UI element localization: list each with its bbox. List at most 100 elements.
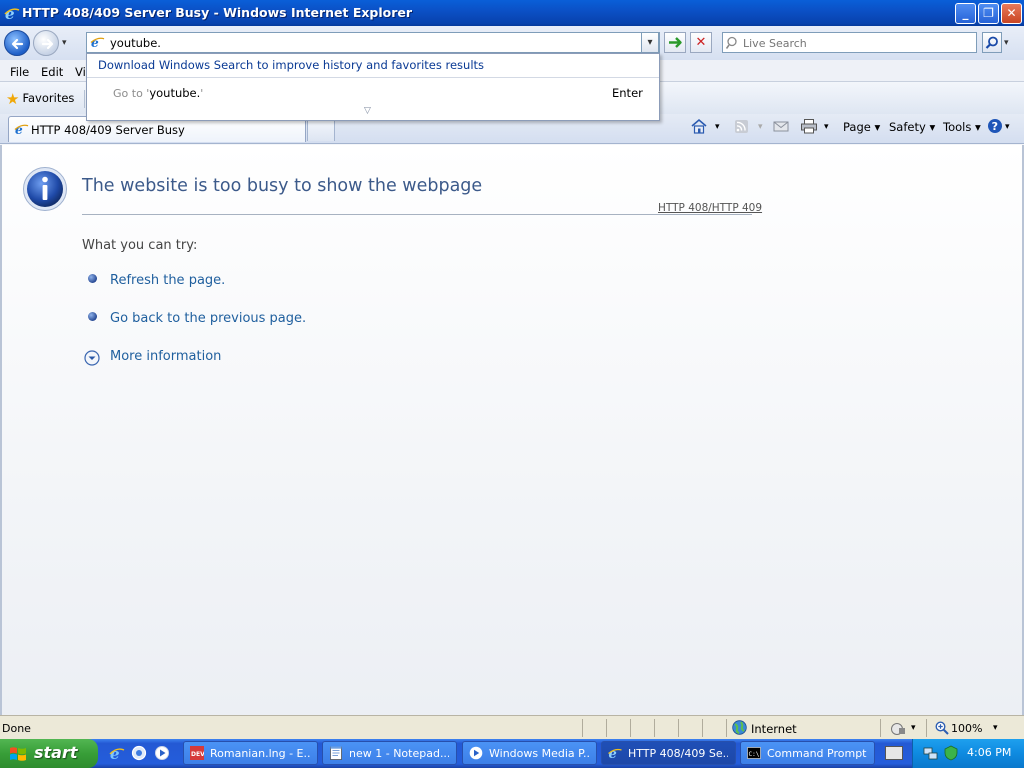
internet-zone-icon (732, 720, 747, 735)
status-separator (880, 719, 881, 737)
go-button[interactable] (664, 32, 686, 53)
recent-pages-dropdown[interactable]: ▾ (62, 38, 72, 48)
security-tray-icon[interactable] (943, 745, 959, 761)
status-separator (582, 719, 583, 737)
svg-text:?: ? (992, 120, 998, 133)
svg-text:C:\: C:\ (749, 751, 760, 758)
status-separator (702, 719, 703, 737)
app-icon: DEV (190, 746, 204, 760)
read-mail-icon[interactable] (772, 118, 790, 134)
minimize-button[interactable]: _ (955, 3, 976, 24)
window-title: HTTP 408/409 Server Busy - Windows Inter… (22, 5, 413, 20)
close-button[interactable]: ✕ (1001, 3, 1022, 24)
protected-mode-icon[interactable] (891, 721, 907, 736)
new-tab-button[interactable] (307, 118, 335, 141)
print-icon[interactable] (800, 118, 818, 134)
system-tray: 4:06 PM (912, 739, 1024, 768)
stop-icon: ✕ (695, 35, 707, 50)
taskbar-item-ie-server-busy[interactable]: e HTTP 408/409 Se... (601, 741, 736, 765)
favorites-button[interactable]: ★ Favorites (6, 90, 74, 108)
taskbar-item-notepad[interactable]: new 1 - Notepad... (322, 741, 457, 765)
menu-edit[interactable]: Edit (41, 65, 63, 79)
quicklaunch-media-player-icon[interactable] (154, 745, 170, 761)
search-box[interactable] (722, 32, 977, 53)
zoom-level[interactable]: 100% (951, 722, 982, 735)
start-label: start (34, 743, 78, 762)
taskbar-item-romanian-lng[interactable]: DEV Romanian.lng - E... (183, 741, 318, 765)
help-dropdown[interactable]: ▾ (1005, 122, 1010, 132)
status-separator (654, 719, 655, 737)
search-icon (985, 36, 998, 49)
forward-button[interactable] (33, 30, 59, 56)
title-underline (82, 214, 752, 215)
start-button[interactable]: start (0, 739, 98, 768)
windows-search-promo-link[interactable]: Download Windows Search to improve histo… (98, 58, 484, 72)
ie-logo-icon: e (4, 5, 20, 21)
address-bar[interactable]: e (86, 32, 660, 53)
tools-menu[interactable]: Tools ▾ (943, 120, 981, 134)
print-dropdown[interactable]: ▾ (824, 122, 829, 132)
help-icon[interactable]: ? (986, 118, 1004, 134)
tab-label: HTTP 408/409 Server Busy (31, 123, 185, 137)
home-icon[interactable] (690, 118, 708, 134)
status-separator (726, 719, 727, 737)
taskbar-item-media-player[interactable]: Windows Media P... (462, 741, 597, 765)
windows-flag-icon (10, 747, 26, 761)
favorites-star-icon: ★ (6, 90, 20, 108)
address-dropdown-button[interactable]: ▾ (641, 32, 659, 53)
page-icon: e (90, 36, 105, 50)
feeds-icon[interactable] (733, 118, 751, 134)
page-content (0, 145, 1024, 715)
search-input[interactable] (743, 36, 968, 50)
task-label: HTTP 408/409 Se... (628, 747, 728, 760)
network-tray-icon[interactable] (923, 745, 939, 761)
enter-hint: Enter (612, 86, 643, 100)
address-input[interactable] (110, 35, 630, 50)
command-prompt-icon: C:\ (747, 747, 761, 759)
zoom-dropdown[interactable]: ▾ (993, 723, 998, 733)
menu-file[interactable]: File (10, 65, 29, 79)
security-zone-label: Internet (751, 722, 797, 736)
quicklaunch-show-desktop-icon[interactable] (131, 745, 147, 761)
svg-text:e: e (609, 747, 617, 760)
zoom-icon[interactable] (935, 721, 949, 735)
feeds-dropdown: ▾ (758, 122, 763, 132)
search-button[interactable] (982, 32, 1002, 53)
quicklaunch-ie-icon[interactable]: e (109, 745, 125, 761)
info-icon (23, 167, 67, 211)
ie-icon: e (608, 747, 622, 760)
goto-suffix: ' (200, 87, 204, 100)
goto-suggestion[interactable]: Go to 'youtube.' (113, 86, 203, 100)
svg-text:DEV: DEV (191, 751, 204, 758)
address-autocomplete-dropdown: Download Windows Search to improve histo… (86, 53, 660, 121)
safety-menu[interactable]: Safety ▾ (889, 120, 935, 134)
task-label: Command Prompt (767, 747, 867, 760)
bullet-icon (88, 312, 97, 321)
expand-more-info-icon[interactable] (84, 350, 100, 366)
search-provider-icon (726, 36, 737, 49)
task-label: Romanian.lng - E... (210, 747, 310, 760)
page-menu[interactable]: Page ▾ (843, 120, 880, 134)
back-button[interactable] (4, 30, 30, 56)
status-separator (926, 719, 927, 737)
goto-prefix: Go to ' (113, 87, 150, 100)
task-label: new 1 - Notepad... (349, 747, 449, 760)
favorites-label: Favorites (22, 91, 75, 105)
clock: 4:06 PM (967, 746, 1012, 759)
maximize-button[interactable]: ❐ (978, 3, 999, 24)
goto-value: youtube. (149, 86, 201, 100)
refresh-page-link[interactable]: Refresh the page. (110, 273, 225, 288)
language-bar-keyboard-icon[interactable] (885, 746, 903, 760)
media-player-icon (469, 746, 483, 760)
home-dropdown[interactable]: ▾ (715, 122, 720, 132)
protected-mode-dropdown[interactable]: ▾ (911, 723, 916, 733)
taskbar-item-command-prompt[interactable]: C:\ Command Prompt (740, 741, 875, 765)
search-options-dropdown[interactable]: ▾ (1004, 38, 1009, 48)
more-information-link[interactable]: More information (110, 349, 221, 364)
go-back-link[interactable]: Go back to the previous page. (110, 311, 306, 326)
title-bar: e HTTP 408/409 Server Busy - Windows Int… (0, 0, 1024, 26)
stop-button[interactable]: ✕ (690, 32, 712, 53)
error-code: HTTP 408/HTTP 409 (658, 202, 763, 214)
expand-suggestions-icon[interactable]: ▽ (364, 106, 371, 116)
status-separator (678, 719, 679, 737)
